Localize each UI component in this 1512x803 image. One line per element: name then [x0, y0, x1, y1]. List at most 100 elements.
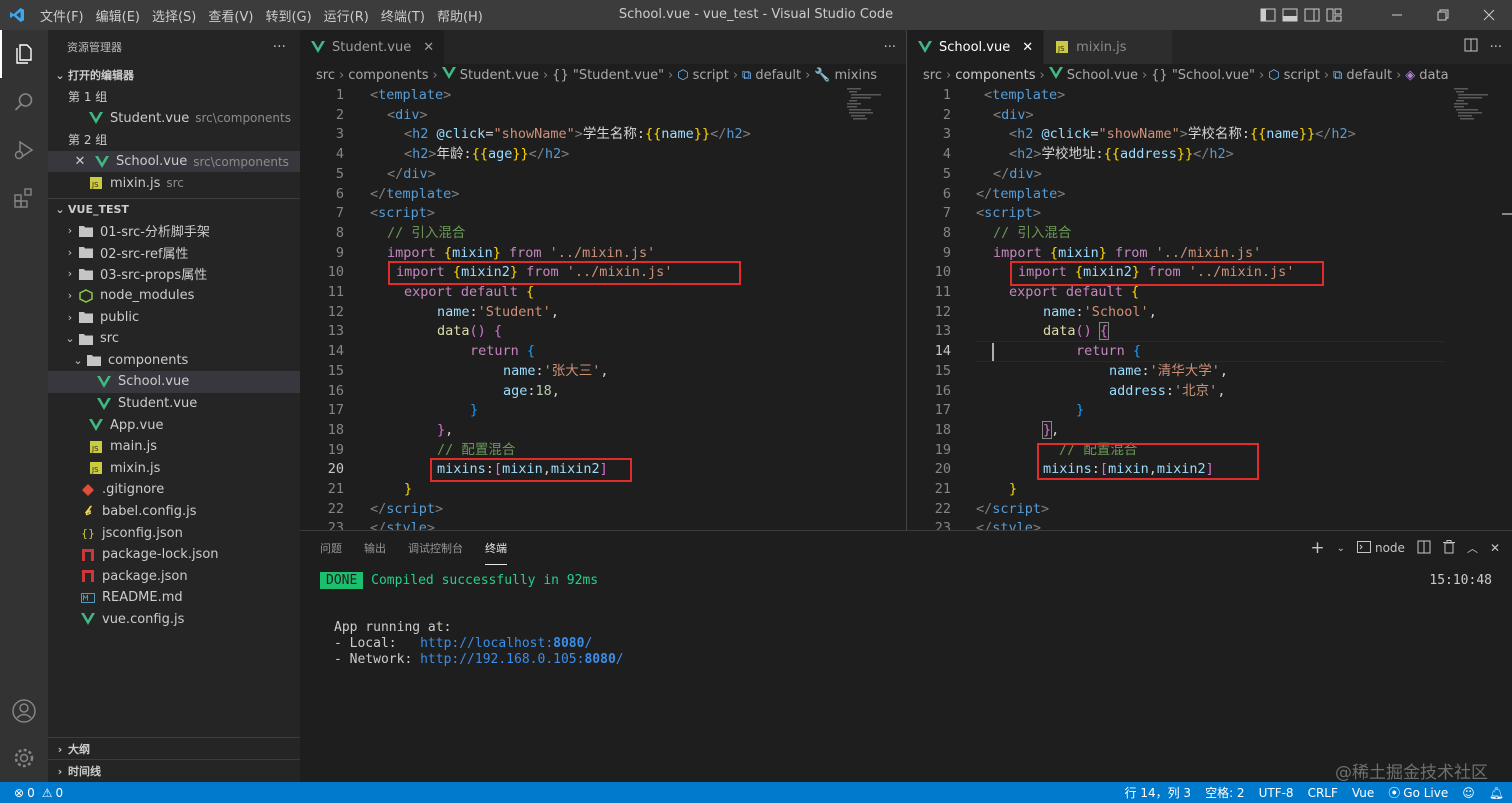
timeline-section[interactable]: › 时间线	[48, 759, 300, 782]
encoding[interactable]: UTF-8	[1259, 786, 1294, 800]
tree-file[interactable]: {} jsconfig.json	[48, 522, 300, 544]
menu-view[interactable]: 查看(V)	[202, 6, 259, 25]
language-mode[interactable]: Vue	[1352, 786, 1374, 800]
tree-file[interactable]: JS mixin.js	[48, 458, 300, 480]
more-actions-icon[interactable]: ···	[884, 40, 896, 55]
code-line: name:'清华大学',	[1109, 362, 1229, 379]
account-icon[interactable]	[0, 687, 48, 735]
more-actions-icon[interactable]: ···	[1490, 40, 1502, 55]
explorer-more-button[interactable]: ···	[273, 39, 286, 55]
close-icon[interactable]: ✕	[423, 40, 434, 55]
highlight-box	[1010, 261, 1324, 286]
settings-gear-icon[interactable]	[0, 734, 48, 782]
maximize-panel-icon[interactable]: ︿	[1467, 540, 1478, 556]
close-icon[interactable]: ✕	[72, 154, 88, 170]
feedback-icon[interactable]: ☺	[1462, 786, 1475, 800]
explorer-icon[interactable]	[0, 30, 48, 78]
tree-file[interactable]: vue.config.js	[48, 609, 300, 631]
chevron-down-icon: ⌄	[73, 353, 83, 367]
tab-school-vue[interactable]: School.vue ✕	[907, 30, 1045, 64]
tree-file[interactable]: package.json	[48, 565, 300, 587]
code-line: name:'张大三',	[503, 362, 609, 379]
trash-icon[interactable]	[1442, 539, 1455, 557]
terminal-name[interactable]: node	[1375, 541, 1405, 555]
problems-status[interactable]: ⊗ 0 ⚠ 0	[0, 786, 63, 800]
tree-folder[interactable]: › 03-src-props属性	[48, 263, 300, 285]
toggle-sidebar-icon[interactable]	[1260, 7, 1276, 23]
tab-debug-console[interactable]: 调试控制台	[408, 531, 463, 565]
minimap[interactable]	[1452, 86, 1498, 126]
tree-file[interactable]: Student.vue	[48, 393, 300, 415]
breadcrumb: src › components › Student.vue › {} "Studen…	[316, 67, 878, 83]
go-live-button[interactable]: ⦿ Go Live	[1388, 784, 1448, 801]
tree-file[interactable]: package-lock.json	[48, 544, 300, 566]
extensions-icon[interactable]	[0, 174, 48, 222]
minimize-icon[interactable]	[1374, 0, 1420, 30]
split-editor-icon[interactable]	[1464, 38, 1478, 56]
tab-terminal[interactable]: 终端	[485, 531, 507, 565]
tree-file[interactable]: 𝒷 babel.config.js	[48, 501, 300, 523]
folder-icon	[78, 266, 94, 282]
split-terminal-icon[interactable]	[1417, 540, 1431, 557]
tab-problems[interactable]: 问题	[320, 531, 342, 565]
open-editor-item[interactable]: Student.vue src\components	[48, 108, 300, 130]
menu-go[interactable]: 转到(G)	[259, 6, 317, 25]
tree-folder[interactable]: › public	[48, 306, 300, 328]
customize-layout-icon[interactable]	[1326, 7, 1342, 23]
menu-selection[interactable]: 选择(S)	[146, 6, 202, 25]
tree-file[interactable]: .gitignore	[48, 479, 300, 501]
vue-file-icon	[88, 110, 104, 126]
close-panel-icon[interactable]: ✕	[1490, 541, 1500, 555]
folder-icon	[78, 244, 94, 260]
open-editors-section[interactable]: ⌄ 打开的编辑器	[48, 64, 300, 86]
tree-file[interactable]: School.vue	[48, 371, 300, 393]
tab-mixin-js[interactable]: JS mixin.js	[1044, 30, 1174, 64]
new-terminal-icon[interactable]: +	[1310, 538, 1324, 558]
cursor-position[interactable]: 行 14，列 3	[1125, 784, 1192, 801]
tab-student-vue[interactable]: Student.vue ✕	[300, 30, 446, 64]
scrollbar-thumb[interactable]	[1502, 213, 1512, 215]
outline-section[interactable]: › 大纲	[48, 737, 300, 760]
tree-file[interactable]: README.md	[48, 587, 300, 609]
tree-folder[interactable]: › node_modules	[48, 285, 300, 307]
tree-folder[interactable]: ⌄ components	[48, 350, 300, 372]
terminal-panel: 问题 输出 调试控制台 终端 + ⌄ node ︿ ✕ DONE Compile…	[300, 530, 1512, 782]
minimap[interactable]	[845, 86, 891, 126]
vue-file-icon	[917, 39, 933, 55]
terminal-output[interactable]: DONE Compiled successfully in 92ms 15:10…	[320, 572, 1492, 668]
code-editor[interactable]: 1 2 3 4 5 6 7 8 9 10 11 12 13 14 15 16 1…	[300, 86, 906, 530]
json-file-icon: {}	[81, 526, 95, 540]
open-editor-item[interactable]: ✕ School.vue src\components	[48, 150, 300, 173]
close-icon[interactable]: ✕	[1022, 40, 1033, 55]
end-of-line[interactable]: CRLF	[1308, 786, 1338, 800]
project-section[interactable]: ⌄ VUE_TEST	[48, 197, 300, 220]
editor-tabs: Student.vue ✕ ···	[300, 30, 906, 64]
search-icon[interactable]	[0, 78, 48, 126]
tab-output[interactable]: 输出	[364, 531, 386, 565]
run-debug-icon[interactable]	[0, 126, 48, 174]
code-editor[interactable]: 1 2 3 4 5 6 7 8 9 10 11 12 13 14 15 16 1…	[907, 86, 1512, 530]
menu-edit[interactable]: 编辑(E)	[90, 6, 146, 25]
tree-file[interactable]: App.vue	[48, 414, 300, 436]
tree-folder[interactable]: › 01-src-分析脚手架	[48, 220, 300, 242]
highlight-box	[388, 261, 741, 285]
code-line: data() {	[1043, 322, 1110, 341]
restore-icon[interactable]	[1420, 0, 1466, 30]
indentation[interactable]: 空格: 2	[1205, 784, 1245, 801]
text-cursor	[992, 343, 994, 361]
code-line: export default {	[404, 284, 535, 300]
tree-folder[interactable]: › 02-src-ref属性	[48, 242, 300, 264]
tree-file[interactable]: JS main.js	[48, 436, 300, 458]
notifications-bell-icon[interactable]: 🔔︎	[1489, 786, 1504, 800]
toggle-panel-icon[interactable]	[1282, 7, 1298, 23]
wrench-icon: 🔧	[814, 67, 831, 83]
menu-help[interactable]: 帮助(H)	[431, 6, 489, 25]
menu-file[interactable]: 文件(F)	[34, 6, 90, 25]
open-editor-item[interactable]: JS mixin.js src	[48, 172, 300, 194]
menu-terminal[interactable]: 终端(T)	[375, 6, 431, 25]
chevron-down-icon[interactable]: ⌄	[1337, 543, 1345, 554]
menu-run[interactable]: 运行(R)	[318, 6, 375, 25]
tree-folder[interactable]: ⌄ src	[48, 328, 300, 350]
close-window-icon[interactable]	[1466, 0, 1512, 30]
toggle-secondary-sidebar-icon[interactable]	[1304, 7, 1320, 23]
